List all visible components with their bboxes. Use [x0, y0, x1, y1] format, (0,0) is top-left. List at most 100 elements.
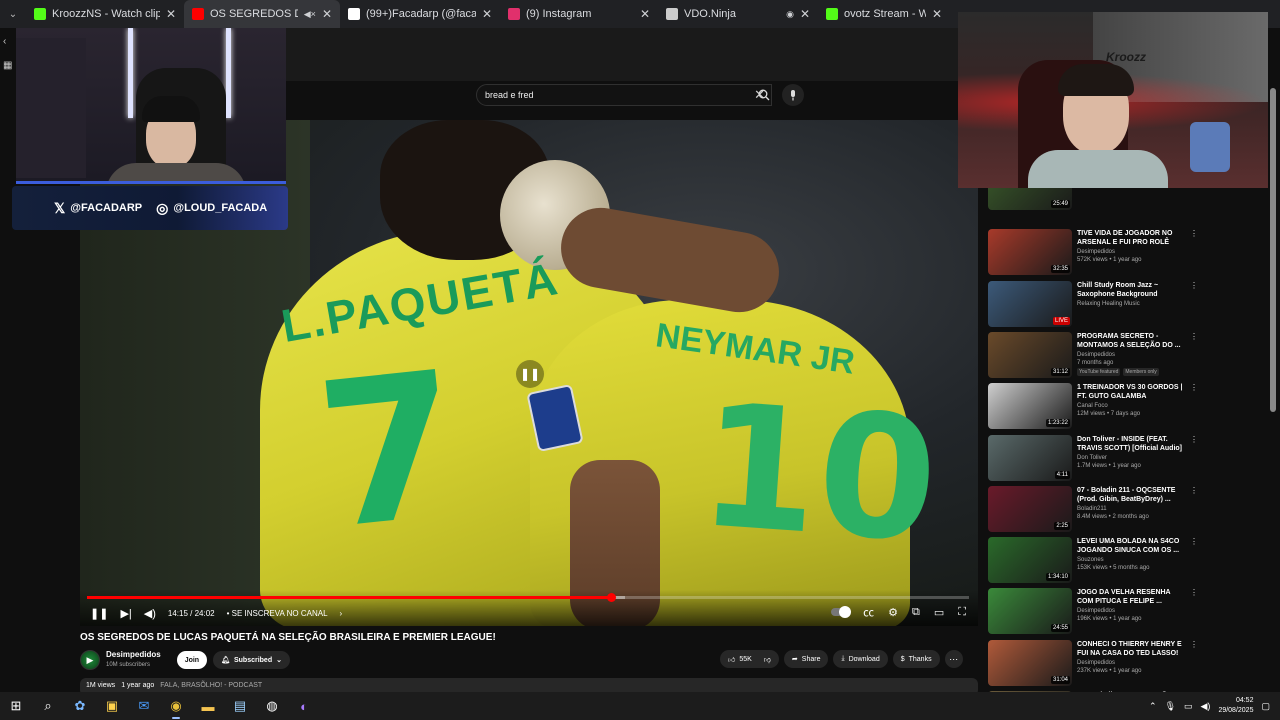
file-explorer-icon[interactable]: ▬ — [192, 692, 224, 720]
video-thumbnail[interactable]: 4:11 — [988, 434, 1072, 481]
recommendation-item[interactable]: 25:49 ⋮ — [988, 188, 1268, 212]
video-thumbnail[interactable]: 1:23:22 — [988, 383, 1072, 430]
recommendation-menu-icon[interactable]: ⋮ — [1190, 435, 1198, 483]
recommendation-item[interactable]: 24:55 JOGO DA VELHA RESENHA COM PITUCA E … — [988, 588, 1268, 636]
thumbs-down-icon[interactable]: 👎︎ — [764, 655, 771, 664]
browser-tab[interactable]: (9) Instagram ✕ — [500, 0, 658, 28]
close-tab-icon[interactable]: ✕ — [800, 7, 810, 21]
back-icon[interactable]: ‹ — [3, 36, 6, 47]
tab-search-button[interactable]: ⌄ — [0, 0, 26, 28]
recommendation-item[interactable]: 4:11 Don Toliver - INSIDE (FEAT. TRAVIS S… — [988, 434, 1268, 483]
volume-icon[interactable]: ◀) — [144, 607, 156, 620]
page-scrollbar[interactable] — [1270, 88, 1276, 412]
recommendation-item[interactable]: 31:04 CONHECI O THIERRY HENRY E FUI NA CA… — [988, 639, 1268, 688]
clock[interactable]: 04:52 29/08/2025 — [1218, 696, 1253, 716]
recommendation-menu-icon[interactable]: ⋮ — [1190, 281, 1198, 329]
outlook-icon[interactable]: ✉ — [128, 692, 160, 720]
microphone-tray-icon[interactable]: 🎙︎ — [1165, 701, 1176, 712]
fullscreen-icon[interactable]: ⛶ — [958, 606, 966, 619]
volume-tray-icon[interactable]: ◀) — [1201, 701, 1211, 712]
network-icon[interactable]: ▭ — [1184, 701, 1193, 712]
recommendation-item[interactable]: 32:35 TIVE VIDA DE JOGADOR NO ARSENAL E F… — [988, 229, 1268, 277]
store-icon[interactable]: ▣ — [96, 692, 128, 720]
browser-tab[interactable]: (99+)Facadarp (@facadarp) | TikTok ✕ — [340, 0, 500, 28]
notifications-icon[interactable]: ▢ — [1261, 701, 1270, 712]
recommendation-menu-icon[interactable]: ⋮ — [1190, 383, 1198, 431]
chapter-label[interactable]: • SE INSCREVA NO CANAL — [227, 609, 328, 618]
video-thumbnail[interactable]: 1:34:10 — [988, 537, 1072, 584]
share-button[interactable]: ➦ Share — [783, 650, 829, 668]
thanks-button[interactable]: $ Thanks — [892, 650, 940, 668]
messenger-icon[interactable]: ◐ — [288, 692, 320, 720]
browser-tab[interactable]: VDO.Ninja ◉ ✕ — [658, 0, 818, 28]
video-thumbnail[interactable]: 32:35 — [988, 229, 1072, 276]
miniplayer-icon[interactable]: ⧉ — [912, 606, 920, 619]
subscribed-button[interactable]: 🔔︎ Subscribed ⌄ — [213, 651, 290, 669]
center-pause-icon[interactable]: ❚❚ — [516, 360, 544, 388]
duration-badge: 31:04 — [1050, 675, 1070, 684]
recommendation-item[interactable]: 31:12 PROGRAMA SECRETO - MONTAMOS A SELEÇ… — [988, 331, 1268, 380]
browser-tab[interactable]: OS SEGREDOS DE LUCAS PAQUETÁ ◀× ✕ — [184, 0, 340, 28]
recommendation-menu-icon[interactable]: ⋮ — [1190, 537, 1198, 585]
recommendation-menu-icon[interactable]: ⋮ — [1190, 229, 1198, 277]
search-button[interactable] — [748, 84, 780, 106]
close-tab-icon[interactable]: ✕ — [482, 7, 492, 21]
search-input[interactable]: bread e fred ✕ — [476, 84, 772, 106]
copilot-icon[interactable]: ✿ — [64, 692, 96, 720]
captions-icon[interactable]: ㏄ — [863, 604, 874, 620]
chapter-chevron-icon[interactable]: › — [340, 609, 343, 618]
close-tab-icon[interactable]: ✕ — [640, 7, 650, 21]
theater-mode-icon[interactable]: ▭ — [934, 606, 944, 619]
chrome-icon[interactable]: ◉ — [160, 692, 192, 720]
recommendation-item[interactable]: 2:25 07 - Boladin 211 - OQCSENTE (Prod. G… — [988, 485, 1268, 534]
settings-gear-icon[interactable]: ⚙ — [888, 606, 898, 619]
windows-start-icon[interactable]: ⊞ — [0, 692, 32, 720]
video-thumbnail[interactable]: 2:25 — [988, 485, 1072, 532]
scrubber-handle[interactable] — [606, 593, 616, 602]
video-thumbnail[interactable]: 31:12 — [988, 331, 1072, 378]
video-thumbnail[interactable]: 24:55 — [988, 588, 1072, 635]
download-button[interactable]: ⤓ Download — [833, 650, 888, 668]
recommendation-info: JOGO DA VELHA RESENHA COM PITUCA E FELIP… — [1077, 588, 1183, 636]
recommendation-info — [1077, 188, 1183, 212]
autoplay-toggle[interactable] — [831, 606, 852, 618]
streamer-cap — [142, 96, 200, 122]
pause-icon[interactable]: ❚❚ — [90, 607, 108, 620]
progress-bar[interactable] — [87, 593, 969, 602]
recommendation-title: 1 TREINADOR VS 30 GORDOS | FT. GUTO GALA… — [1077, 384, 1183, 401]
like-button[interactable]: 👍︎ 55K 👎︎ — [720, 650, 779, 668]
channel-name[interactable]: Desimpedidos — [106, 650, 161, 660]
obs-icon[interactable]: ◍ — [256, 692, 288, 720]
browser-tab[interactable]: ovotz Stream - Watch Live on Kick ✕ — [818, 0, 950, 28]
more-actions-icon[interactable]: ⋯ — [944, 650, 963, 668]
close-tab-icon[interactable]: ✕ — [322, 7, 332, 21]
recommendation-menu-icon[interactable]: ⋮ — [1190, 332, 1198, 380]
browser-tab[interactable]: KroozzNS - Watch clips on Kick ✕ — [26, 0, 184, 28]
like-count: 55K — [739, 655, 752, 663]
recommendation-item[interactable]: 1:23:22 1 TREINADOR VS 30 GORDOS | FT. GU… — [988, 383, 1268, 431]
wall-sign: Kroozz — [1106, 50, 1146, 64]
recommendation-menu-icon[interactable]: ⋮ — [1190, 588, 1198, 636]
tab-muted-icon[interactable]: ◀× — [304, 9, 316, 20]
recommendation-menu-icon[interactable]: ⋮ — [1190, 188, 1198, 212]
join-button[interactable]: Join — [176, 651, 208, 669]
channel-avatar[interactable]: ▶ — [80, 650, 100, 670]
instagram-logo-icon: ◎ — [156, 199, 169, 216]
recommendation-item[interactable]: LIVE Chill Study Room Jazz ~ Saxophone Ba… — [988, 280, 1268, 329]
recommendation-item[interactable]: 1:34:10 LEVEI UMA BOLADA NA S4CO JOGANDO … — [988, 537, 1268, 585]
video-thumbnail[interactable]: 31:04 — [988, 639, 1072, 686]
video-thumbnail[interactable]: LIVE — [988, 280, 1072, 327]
voice-search-button[interactable] — [782, 84, 804, 106]
recommendation-menu-icon[interactable]: ⋮ — [1190, 640, 1198, 688]
video-thumbnail[interactable]: 25:49 — [988, 188, 1072, 210]
search-icon[interactable]: ⌕ — [32, 692, 64, 720]
next-icon[interactable]: ▶| — [120, 607, 131, 620]
close-tab-icon[interactable]: ✕ — [166, 7, 176, 21]
download-label: Download — [848, 655, 880, 663]
tray-chevron-icon[interactable]: ⌃ — [1149, 701, 1157, 712]
terminal-icon[interactable]: ▤ — [224, 692, 256, 720]
apps-icon[interactable]: ▦ — [3, 60, 12, 71]
thanks-label: Thanks — [908, 655, 932, 663]
recommendation-menu-icon[interactable]: ⋮ — [1190, 486, 1198, 534]
close-tab-icon[interactable]: ✕ — [932, 7, 942, 21]
